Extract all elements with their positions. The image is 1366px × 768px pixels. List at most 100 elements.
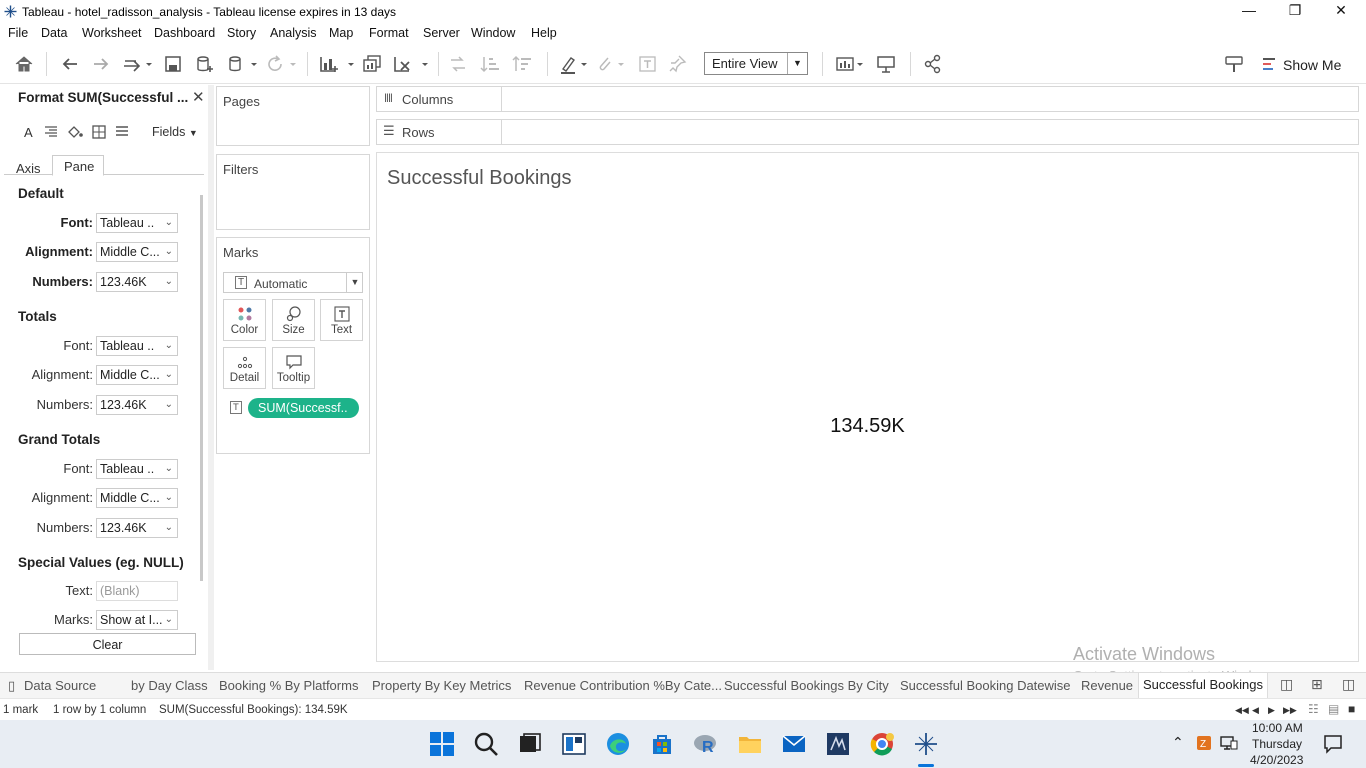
menu-analysis[interactable]: Analysis: [270, 26, 317, 40]
notifications-icon[interactable]: [1323, 734, 1343, 754]
windows-start-icon[interactable]: [428, 730, 456, 758]
tab-by-day-class[interactable]: by Day Class: [131, 678, 208, 693]
minimize-button[interactable]: —: [1226, 2, 1272, 22]
borders-format-icon[interactable]: [92, 125, 106, 142]
widgets-icon[interactable]: [560, 730, 588, 758]
show-cards-icon[interactable]: [835, 54, 865, 74]
sort-ascending-icon[interactable]: [480, 54, 500, 74]
clock-time[interactable]: 10:00 AM: [1252, 721, 1303, 735]
fit-select[interactable]: Entire View ▼: [704, 52, 808, 75]
tab-revenue[interactable]: Revenue: [1081, 678, 1133, 693]
menu-story[interactable]: Story: [227, 26, 256, 40]
show-me-button[interactable]: Show Me: [1283, 55, 1341, 75]
presentation-mode-icon[interactable]: [876, 54, 896, 74]
menu-file[interactable]: File: [8, 26, 28, 40]
grand-totals-font-select[interactable]: Tableau .. ⌄: [96, 459, 178, 479]
new-datasource-icon[interactable]: [195, 54, 215, 74]
new-worksheet-tab-icon[interactable]: ◫: [1280, 676, 1293, 693]
duplicate-sheet-icon[interactable]: [362, 54, 382, 74]
pause-updates-icon[interactable]: [227, 54, 257, 74]
tab-booking-by-platforms[interactable]: Booking % By Platforms: [219, 678, 358, 693]
microsoft-store-icon[interactable]: [648, 730, 676, 758]
first-sheet-icon[interactable]: ◀◀: [1235, 705, 1249, 716]
lines-format-icon[interactable]: [115, 125, 129, 142]
show-me-icon[interactable]: [1262, 54, 1278, 74]
scrollbar[interactable]: [200, 195, 203, 581]
task-view-icon[interactable]: [516, 730, 544, 758]
network-icon[interactable]: [1220, 735, 1238, 751]
alignment-format-icon[interactable]: [44, 125, 58, 142]
swap-icon[interactable]: [122, 54, 152, 74]
pages-card[interactable]: Pages: [216, 86, 370, 146]
default-numbers-select[interactable]: 123.46K ⌄: [96, 272, 178, 292]
save-icon[interactable]: [164, 54, 182, 74]
default-font-select[interactable]: Tableau .. ⌄: [96, 213, 178, 233]
app-tray-icon[interactable]: Z: [1196, 735, 1212, 751]
prev-sheet-icon[interactable]: ◀: [1252, 705, 1259, 716]
clock-day[interactable]: Thursday: [1252, 737, 1302, 751]
special-marks-select[interactable]: Show at I... ⌄: [96, 610, 178, 630]
chevron-up-icon[interactable]: ⌃: [1172, 734, 1184, 751]
group-members-icon[interactable]: [596, 54, 626, 74]
close-icon[interactable]: ✕: [192, 88, 205, 106]
clock-date[interactable]: 4/20/2023: [1250, 753, 1303, 767]
size-button[interactable]: Size: [272, 299, 315, 341]
show-labels-icon[interactable]: [638, 54, 658, 74]
clear-button[interactable]: Clear: [19, 633, 196, 655]
kpi-value[interactable]: 134.59K: [377, 415, 1358, 438]
swap-rows-columns-icon[interactable]: [448, 54, 468, 74]
shading-format-icon[interactable]: [67, 125, 83, 142]
sort-descending-icon[interactable]: [512, 54, 532, 74]
fields-dropdown[interactable]: Fields ▼: [152, 125, 198, 139]
close-window-button[interactable]: ✕: [1318, 2, 1364, 22]
fix-axes-icon[interactable]: [668, 54, 688, 74]
chrome-icon[interactable]: [868, 730, 896, 758]
default-alignment-select[interactable]: Middle C... ⌄: [96, 242, 178, 262]
menu-help[interactable]: Help: [531, 26, 557, 40]
totals-alignment-select[interactable]: Middle C... ⌄: [96, 365, 178, 385]
grand-totals-alignment-select[interactable]: Middle C... ⌄: [96, 488, 178, 508]
menu-dashboard[interactable]: Dashboard: [154, 26, 215, 40]
text-button[interactable]: Text: [320, 299, 363, 341]
filmstrip-icon[interactable]: ▤: [1328, 702, 1339, 716]
new-dashboard-tab-icon[interactable]: ⊞: [1311, 676, 1323, 693]
new-story-tab-icon[interactable]: ◫: [1342, 676, 1355, 693]
totals-font-select[interactable]: Tableau .. ⌄: [96, 336, 178, 356]
tab-revenue-contribution[interactable]: Revenue Contribution %By Cate...: [524, 678, 722, 693]
last-sheet-icon[interactable]: ▶▶: [1283, 705, 1297, 716]
menu-format[interactable]: Format: [369, 26, 409, 40]
tooltip-button[interactable]: Tooltip: [272, 347, 315, 389]
columns-shelf[interactable]: ‖‖ Columns: [376, 86, 1359, 112]
sum-successful-bookings-pill[interactable]: SUM(Successf..: [248, 398, 359, 418]
font-format-icon[interactable]: A: [24, 125, 33, 140]
mail-icon[interactable]: [780, 730, 808, 758]
refresh-icon[interactable]: [266, 54, 296, 74]
color-button[interactable]: Color: [223, 299, 266, 341]
special-text-input[interactable]: (Blank): [96, 581, 178, 601]
menu-server[interactable]: Server: [423, 26, 460, 40]
worksheet-view[interactable]: Successful Bookings 134.59K: [376, 152, 1359, 662]
undo-icon[interactable]: [60, 54, 80, 74]
mark-type-select[interactable]: T Automatic ▼: [223, 272, 363, 293]
totals-numbers-select[interactable]: 123.46K ⌄: [96, 395, 178, 415]
highlight-icon[interactable]: [559, 54, 589, 74]
tab-data-source[interactable]: Data Source: [24, 678, 96, 693]
format-painter-icon[interactable]: [1224, 54, 1244, 74]
sheet-sorter-icon[interactable]: ☷: [1308, 702, 1319, 716]
next-sheet-icon[interactable]: ▶: [1268, 705, 1275, 716]
edge-browser-icon[interactable]: [604, 730, 632, 758]
share-icon[interactable]: [923, 54, 943, 74]
tab-successful-booking-datewise[interactable]: Successful Booking Datewise: [900, 678, 1071, 693]
file-explorer-icon[interactable]: [736, 730, 764, 758]
clear-sheet-icon[interactable]: [393, 54, 429, 74]
r-language-icon[interactable]: R: [692, 730, 720, 758]
menu-worksheet[interactable]: Worksheet: [82, 26, 142, 40]
tabs-view-icon[interactable]: ■: [1348, 702, 1355, 716]
tableau-taskbar-icon[interactable]: [912, 730, 940, 758]
menu-map[interactable]: Map: [329, 26, 353, 40]
menu-window[interactable]: Window: [471, 26, 515, 40]
search-icon[interactable]: [472, 730, 500, 758]
menu-data[interactable]: Data: [41, 26, 67, 40]
grand-totals-numbers-select[interactable]: 123.46K ⌄: [96, 518, 178, 538]
tab-axis[interactable]: Axis: [16, 161, 41, 176]
